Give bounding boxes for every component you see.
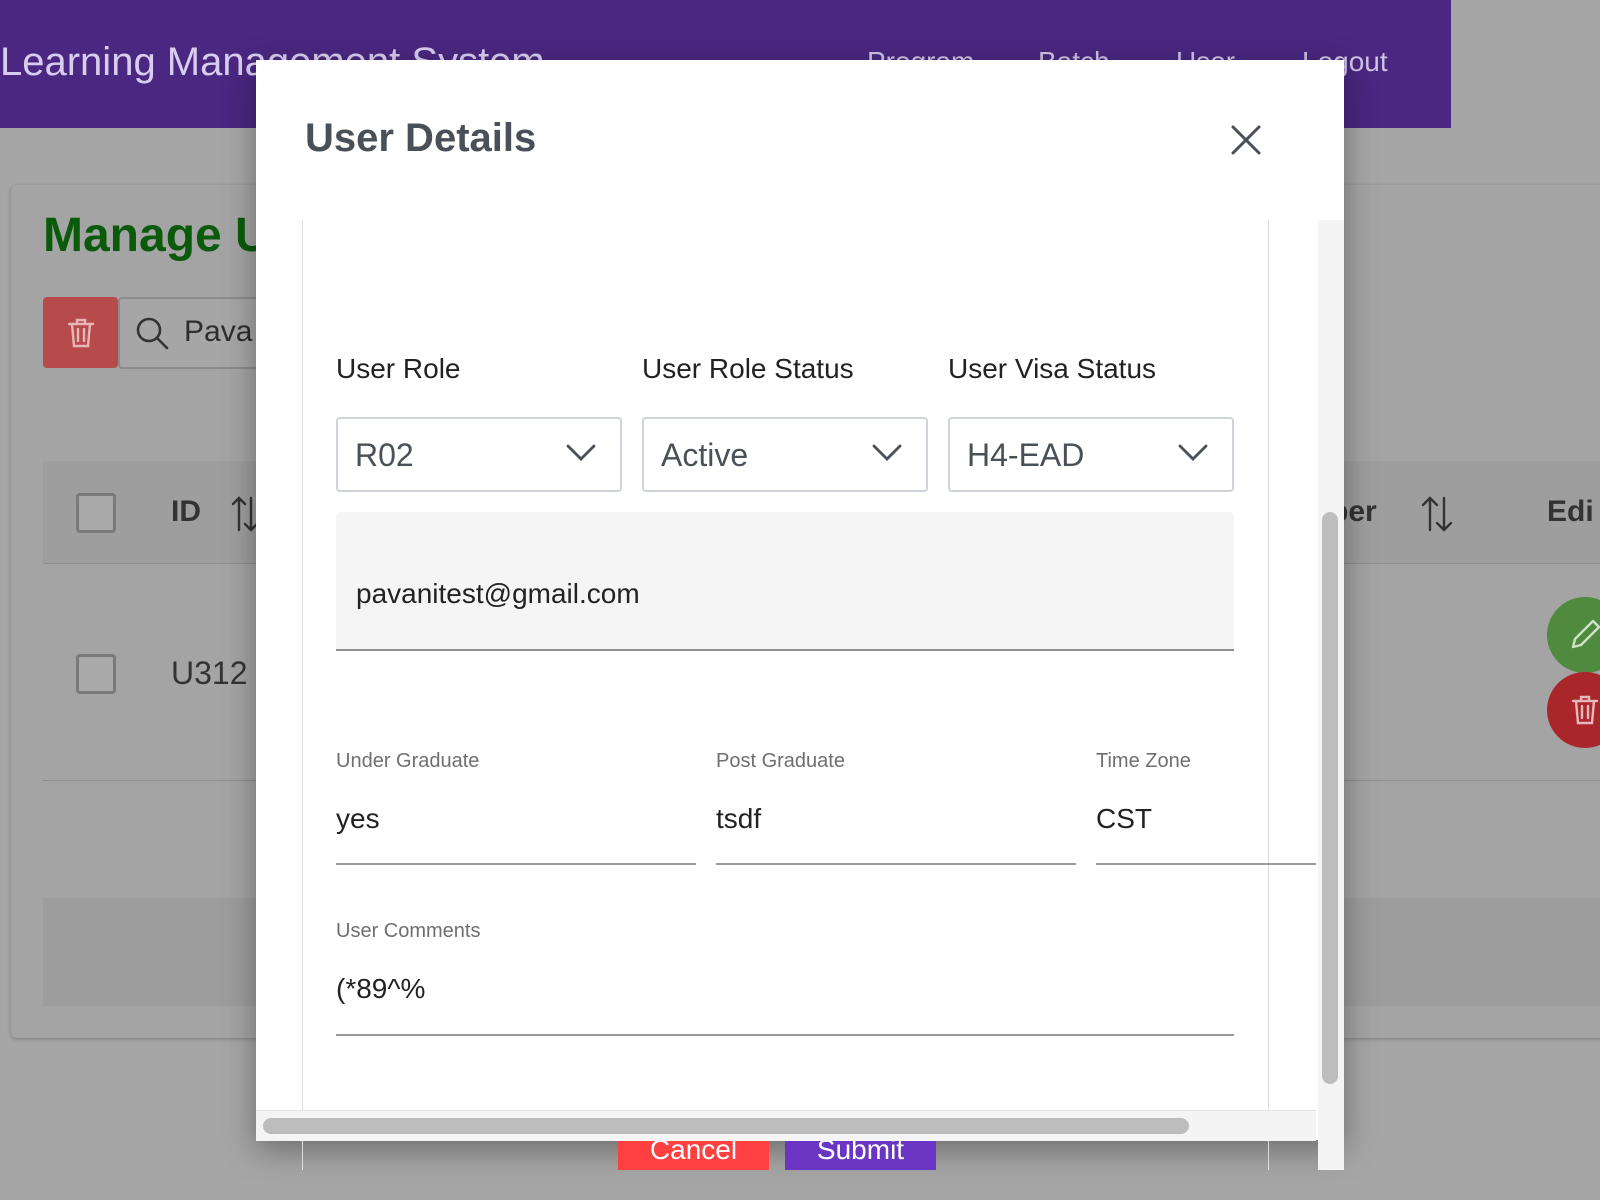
user-visa-status-dropdown[interactable]: H4-EAD <box>948 417 1234 492</box>
select-all-checkbox[interactable] <box>76 493 116 533</box>
user-role-status-dropdown[interactable]: Active <box>642 417 928 492</box>
user-details-dialog: User Details User Role User Role Status … <box>256 60 1344 1170</box>
column-header-edit: Edi <box>1547 495 1594 528</box>
user-role-status-label: User Role Status <box>642 353 854 384</box>
user-role-status-value: Active <box>661 437 749 473</box>
chevron-down-icon <box>1178 444 1208 461</box>
time-zone-underline <box>1096 863 1316 865</box>
horizontal-scrollbar-thumb[interactable] <box>263 1118 1189 1134</box>
user-role-dropdown[interactable]: R02 <box>336 417 622 492</box>
vertical-scrollbar-thumb[interactable] <box>1322 512 1338 1084</box>
trash-icon <box>67 318 94 347</box>
row-checkbox[interactable] <box>76 654 116 694</box>
user-role-label: User Role <box>336 353 461 384</box>
user-role-value: R02 <box>355 437 414 473</box>
bulk-delete-button[interactable] <box>43 297 118 368</box>
user-comments-input[interactable]: (*89^% <box>336 973 425 1005</box>
search-value: Pava <box>184 315 253 348</box>
search-icon <box>136 317 169 350</box>
chevron-down-icon <box>872 444 902 461</box>
under-graduate-input[interactable]: yes <box>336 803 380 835</box>
email-field[interactable]: pavanitest@gmail.com <box>336 512 1234 651</box>
close-icon[interactable] <box>1228 122 1264 158</box>
time-zone-label: Time Zone <box>1096 750 1191 772</box>
dialog-title: User Details <box>305 116 537 160</box>
page-title: Manage U <box>43 209 270 262</box>
dialog-content[interactable]: User Role User Role Status User Visa Sta… <box>256 220 1316 1170</box>
user-comments-label: User Comments <box>336 920 481 942</box>
under-graduate-label: Under Graduate <box>336 750 480 772</box>
user-visa-status-value: H4-EAD <box>967 437 1085 473</box>
sort-icon[interactable] <box>1420 494 1454 534</box>
post-graduate-underline <box>716 863 1076 865</box>
user-visa-status-label: User Visa Status <box>948 353 1157 384</box>
user-comments-underline <box>336 1034 1234 1036</box>
post-graduate-input[interactable]: tsdf <box>716 803 761 835</box>
email-value: pavanitest@gmail.com <box>356 578 640 609</box>
pencil-icon <box>1571 619 1600 649</box>
row-id-cell: U312 <box>171 655 248 691</box>
time-zone-input[interactable]: CST <box>1096 803 1152 835</box>
trash-icon <box>1571 695 1599 725</box>
under-graduate-underline <box>336 863 696 865</box>
chevron-down-icon <box>566 444 596 461</box>
post-graduate-label: Post Graduate <box>716 750 845 772</box>
column-header-id[interactable]: ID <box>171 495 201 529</box>
